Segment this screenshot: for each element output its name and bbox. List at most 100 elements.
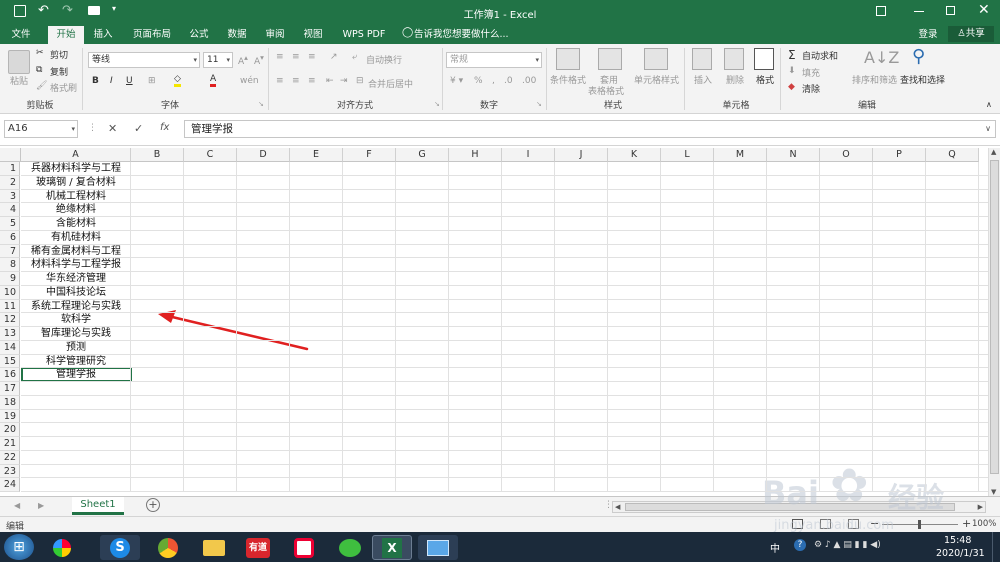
tab-data[interactable]: 数据 <box>222 27 252 44</box>
row-header-4[interactable]: 4 <box>0 203 20 217</box>
fill-icon[interactable]: ⬇ <box>788 66 796 76</box>
column-header-o[interactable]: O <box>820 148 873 162</box>
insert-cells-icon[interactable] <box>692 48 712 70</box>
find-select-icon[interactable]: ⚲ <box>912 46 925 67</box>
close-icon[interactable]: ✕ <box>978 2 990 18</box>
restore-icon[interactable] <box>946 6 955 15</box>
cell-a3[interactable]: 机械工程材料 <box>21 190 131 204</box>
percent-icon[interactable]: % <box>474 76 483 86</box>
ime-indicator[interactable]: 中 <box>770 540 780 555</box>
row-header-20[interactable]: 20 <box>0 423 20 437</box>
align-center-icon[interactable]: ≡ <box>292 76 300 86</box>
column-header-i[interactable]: I <box>502 148 555 162</box>
cell-a5[interactable]: 含能材料 <box>21 217 131 231</box>
insert-function-icon[interactable]: fx <box>160 122 169 133</box>
sheet-tab-sheet1[interactable]: Sheet1 <box>72 497 124 515</box>
font-size-select[interactable]: 11 ▾ <box>203 52 233 68</box>
delete-cells-icon[interactable] <box>724 48 744 70</box>
delete-cells-button[interactable]: 删除 <box>726 73 744 86</box>
copy-button[interactable]: 复制 <box>50 65 68 78</box>
format-painter-button[interactable]: 格式刷 <box>50 81 77 94</box>
row-header-23[interactable]: 23 <box>0 464 20 479</box>
clear-icon[interactable]: ◆ <box>788 82 795 92</box>
clock-date[interactable]: 2020/1/31 <box>936 548 985 559</box>
column-header-b[interactable]: B <box>131 148 184 162</box>
taskbar-app-sogou[interactable]: S <box>100 535 140 560</box>
column-header-n[interactable]: N <box>767 148 820 162</box>
tab-wps-pdf[interactable]: WPS PDF <box>338 27 390 44</box>
row-header-24[interactable]: 24 <box>0 478 20 492</box>
start-button[interactable]: ⊞ <box>4 534 34 560</box>
row-header-22[interactable]: 22 <box>0 450 20 465</box>
sort-filter-button[interactable]: 排序和筛选 <box>852 73 897 86</box>
column-header-p[interactable]: P <box>873 148 926 162</box>
merge-center-button[interactable]: 合并后居中 <box>368 77 413 90</box>
row-header-14[interactable]: 14 <box>0 340 20 355</box>
prev-sheet-icon[interactable]: ◀ <box>14 501 20 510</box>
tab-view[interactable]: 视图 <box>298 27 328 44</box>
align-left-icon[interactable]: ≡ <box>276 76 284 86</box>
tab-formulas[interactable]: 公式 <box>184 27 214 44</box>
enter-icon[interactable]: ✓ <box>134 122 143 135</box>
row-header-7[interactable]: 7 <box>0 244 20 259</box>
align-top-icon[interactable]: ≡ <box>276 52 284 62</box>
cell-a13[interactable]: 智库理论与实践 <box>21 327 131 341</box>
row-header-3[interactable]: 3 <box>0 189 20 204</box>
column-header-h[interactable]: H <box>449 148 502 162</box>
cell-styles-icon[interactable] <box>644 48 668 70</box>
fill-button[interactable]: 填充 <box>802 66 820 79</box>
number-dialog-launcher-icon[interactable]: ↘ <box>536 100 542 108</box>
find-select-button[interactable]: 查找和选择 <box>900 73 945 86</box>
share-button[interactable]: ♙共享 <box>948 26 994 42</box>
taskbar-app-1[interactable] <box>42 535 82 560</box>
tray-icons[interactable]: ⚙ ♪ ▲ ▤ ▮ ▮ ◀) <box>814 540 881 550</box>
row-header-8[interactable]: 8 <box>0 258 20 272</box>
clock-time[interactable]: 15:48 <box>944 535 971 546</box>
tab-file[interactable]: 文件 <box>6 27 36 44</box>
show-desktop-button[interactable] <box>992 532 1000 562</box>
row-header-1[interactable]: 1 <box>0 162 20 176</box>
select-all-corner[interactable] <box>0 148 21 162</box>
row-header-18[interactable]: 18 <box>0 395 20 410</box>
new-sheet-icon[interactable]: + <box>146 498 160 512</box>
row-header-9[interactable]: 9 <box>0 272 20 286</box>
row-header-11[interactable]: 11 <box>0 299 20 314</box>
cut-icon[interactable]: ✂ <box>36 48 44 58</box>
row-header-13[interactable]: 13 <box>0 327 20 341</box>
font-dialog-launcher-icon[interactable]: ↘ <box>258 100 264 108</box>
scroll-up-icon[interactable]: ▲ <box>991 148 996 156</box>
row-header-5[interactable]: 5 <box>0 217 20 231</box>
tell-me-box[interactable]: 告诉我您想要做什么... <box>414 27 514 44</box>
grow-font-icon[interactable]: A▴ <box>238 53 248 67</box>
vertical-scrollbar[interactable]: ▲ ▼ <box>988 148 1000 496</box>
help-icon[interactable]: ? <box>794 539 806 551</box>
cell-a7[interactable]: 稀有金属材料与工程 <box>21 245 131 259</box>
wrap-text-button[interactable]: 自动换行 <box>366 53 402 66</box>
taskbar-app-explorer[interactable] <box>194 535 234 560</box>
name-box[interactable]: A16 ▾ <box>4 120 78 138</box>
underline-icon[interactable]: U <box>126 76 133 86</box>
sort-filter-icon[interactable]: A↓Z <box>864 48 899 67</box>
cell-a9[interactable]: 华东经济管理 <box>21 272 131 286</box>
borders-icon[interactable]: ⊞ <box>148 76 156 86</box>
tab-page-layout[interactable]: 页面布局 <box>128 27 176 44</box>
clear-button[interactable]: 清除 <box>802 82 820 95</box>
taskbar-app-youdao[interactable]: 有道 <box>238 535 278 560</box>
tab-home[interactable]: 开始 <box>48 26 84 44</box>
format-as-table-icon[interactable] <box>598 48 622 70</box>
align-bottom-icon[interactable]: ≡ <box>308 52 316 62</box>
column-header-c[interactable]: C <box>184 148 237 162</box>
row-header-19[interactable]: 19 <box>0 409 20 424</box>
tab-insert[interactable]: 插入 <box>88 27 118 44</box>
cell-a10[interactable]: 中国科技论坛 <box>21 286 131 300</box>
cell-a12[interactable]: 软科学 <box>21 313 131 327</box>
column-header-d[interactable]: D <box>237 148 290 162</box>
row-header-10[interactable]: 10 <box>0 285 20 300</box>
conditional-format-icon[interactable] <box>556 48 580 70</box>
cell-a2[interactable]: 玻璃钢 / 复合材料 <box>21 176 131 190</box>
bold-icon[interactable]: B <box>92 76 99 86</box>
ribbon-display-icon[interactable] <box>876 6 886 16</box>
format-cells-icon[interactable] <box>754 48 774 70</box>
column-header-m[interactable]: M <box>714 148 767 162</box>
wrap-text-icon[interactable]: ⤶ <box>352 52 357 62</box>
